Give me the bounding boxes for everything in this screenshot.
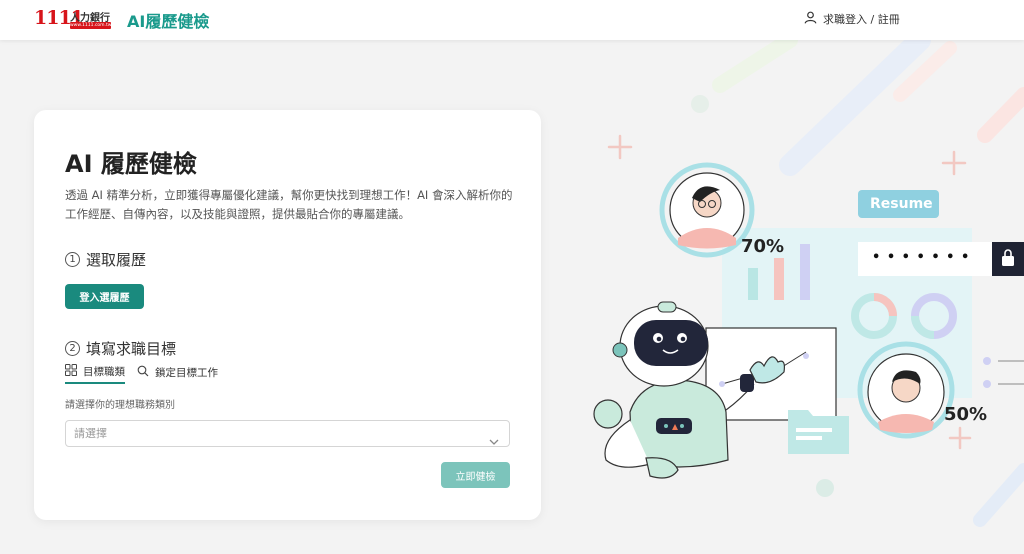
password-mask: • • • • • • • — [872, 250, 971, 265]
resume-tag: Resume — [870, 196, 933, 212]
brand-title[interactable]: AI履歷健檢 — [127, 8, 209, 32]
tab-label: 目標職類 — [83, 365, 125, 378]
job-category-select[interactable]: 請選擇 — [65, 420, 510, 447]
search-icon — [137, 365, 149, 380]
health-check-card: AI 履歷健檢 透過 AI 精準分析，立即獲得專屬優化建議，幫你更快找到理想工作… — [34, 110, 541, 520]
step-label: 選取履歷 — [86, 251, 147, 269]
grid-icon — [65, 363, 77, 379]
login-select-resume-button[interactable]: 登入選履歷 — [65, 284, 144, 309]
login-register-label: 求職登入 / 註冊 — [823, 13, 900, 26]
tab-target-job[interactable]: 鎖定目標工作 — [137, 364, 218, 384]
step-number: 1 — [65, 252, 80, 267]
hero-illustration: Resume • • • • • • • 70% 50% — [560, 40, 1024, 554]
page-description: 透過 AI 精準分析，立即獲得專屬優化建議，幫你更快找到理想工作！AI 會深入解… — [65, 188, 513, 221]
select-placeholder: 請選擇 — [74, 427, 107, 440]
top-navbar: 1111 人力銀行 www.1111.com.tw AI履歷健檢 求職登入 / … — [0, 0, 1024, 40]
step-label: 填寫求職目標 — [86, 340, 177, 358]
chevron-down-icon — [489, 430, 499, 455]
logo-url: www.1111.com.tw — [70, 22, 112, 29]
user-icon — [804, 11, 817, 27]
percent-bottom: 50% — [944, 404, 988, 425]
start-check-button[interactable]: 立即健檢 — [441, 462, 510, 488]
tab-label: 鎖定目標工作 — [155, 366, 218, 379]
page-title: AI 履歷健檢 — [65, 150, 197, 178]
percent-top: 70% — [741, 236, 785, 257]
step-number: 2 — [65, 341, 80, 356]
step-job-goal: 2 填寫求職目標 — [65, 338, 176, 359]
goal-tabs: 目標職類 鎖定目標工作 — [65, 363, 218, 384]
tab-target-category[interactable]: 目標職類 — [65, 363, 125, 384]
login-register-link[interactable]: 求職登入 / 註冊 — [804, 11, 900, 27]
category-hint: 請選擇你的理想職務類別 — [65, 400, 175, 411]
step-select-resume: 1 選取履歷 — [65, 249, 146, 270]
